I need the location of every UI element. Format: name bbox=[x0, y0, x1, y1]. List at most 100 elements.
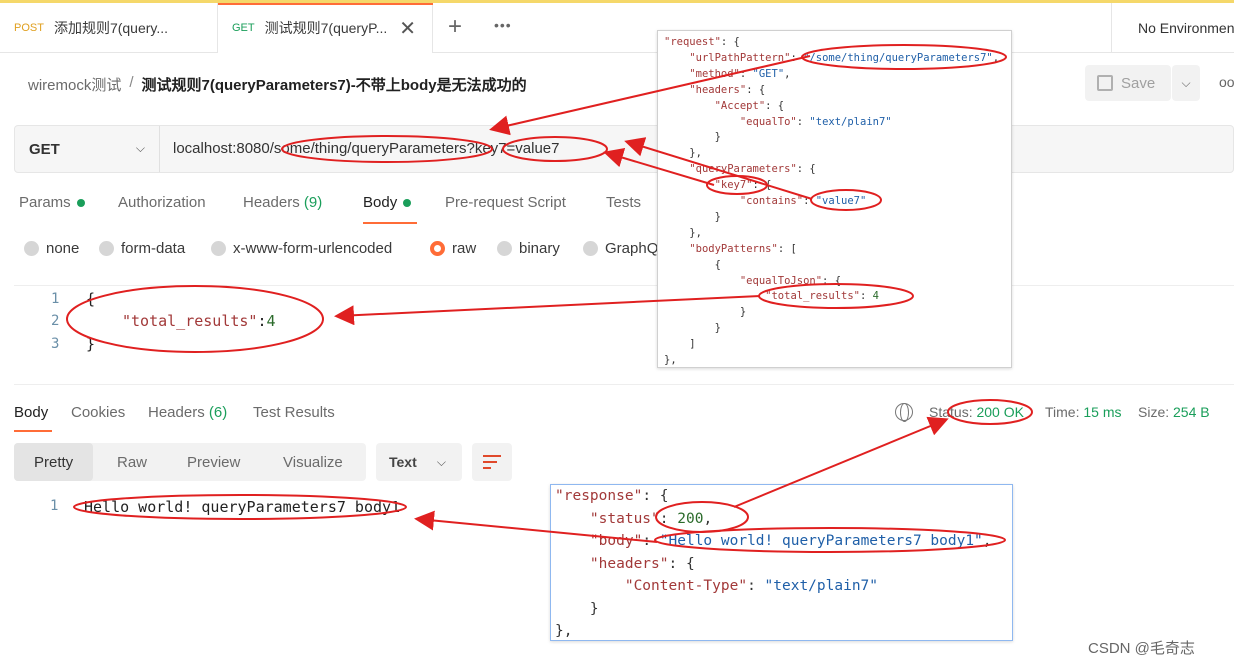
annotation-code-line: "method": "GET", bbox=[689, 67, 791, 80]
radio-circle-selected bbox=[430, 241, 445, 256]
time-value: 15 ms bbox=[1083, 404, 1122, 420]
breadcrumb: wiremock测试 / 测试规则7(queryParameters7)-不带上… bbox=[28, 74, 527, 95]
tab-post-request[interactable]: POST 添加规则7(query... bbox=[0, 3, 218, 53]
save-options-chevron-down-icon[interactable]: ⌵ bbox=[1172, 65, 1200, 101]
tab-label: Body bbox=[363, 194, 398, 211]
annotation-code-line: "total_results": 4 bbox=[765, 290, 879, 303]
tab-title: 添加规则7(query... bbox=[53, 20, 169, 36]
view-visualize[interactable]: Visualize bbox=[283, 443, 343, 481]
tab-headers[interactable]: Headers (9) bbox=[243, 194, 322, 211]
wrap-lines-icon bbox=[483, 455, 501, 469]
method-select[interactable]: GET ⌵ bbox=[15, 126, 160, 172]
resp-tab-headers[interactable]: Headers (6) bbox=[148, 404, 227, 421]
environment-select[interactable]: No Environment bbox=[1111, 3, 1234, 53]
view-pretty[interactable]: Pretty bbox=[14, 443, 94, 481]
save-disk-icon bbox=[1097, 75, 1113, 91]
method-value: GET bbox=[29, 140, 60, 158]
format-select[interactable]: Text ⌵ bbox=[376, 443, 462, 481]
code-line: { bbox=[86, 290, 96, 308]
response-mapping-annotation: "response": { "status": 200, "body": "He… bbox=[550, 484, 1013, 641]
json-colon: : bbox=[257, 312, 267, 330]
watermark: CSDN @毛奇志 bbox=[1088, 640, 1195, 657]
active-tab-underline bbox=[363, 222, 417, 224]
status-value: 200 OK bbox=[976, 404, 1024, 420]
annotation-code-line: { bbox=[664, 258, 721, 271]
radio-circle bbox=[211, 241, 226, 256]
headers-count: (6) bbox=[208, 404, 228, 421]
body-indicator-dot bbox=[403, 199, 412, 208]
headers-count: (9) bbox=[303, 194, 323, 211]
annotation-code-line: "queryParameters": { bbox=[689, 163, 816, 176]
radio-label: raw bbox=[452, 240, 477, 257]
url-input[interactable]: localhost:8080/some/thing/queryParameter… bbox=[173, 140, 559, 157]
radio-label: binary bbox=[519, 240, 560, 257]
radio-circle bbox=[99, 241, 114, 256]
url-bar: GET ⌵ localhost:8080/some/thing/queryPar… bbox=[14, 125, 1234, 173]
annotation-code-line: } bbox=[664, 322, 721, 335]
globe-icon[interactable] bbox=[895, 403, 913, 422]
annotation-code-line: }, bbox=[664, 354, 677, 366]
resp-tab-body[interactable]: Body bbox=[14, 404, 48, 421]
request-title[interactable]: 测试规则7(queryParameters7)-不带上body是无法成功的 bbox=[142, 74, 527, 95]
resp-tab-cookies[interactable]: Cookies bbox=[71, 404, 125, 421]
breadcrumb-separator: / bbox=[129, 74, 134, 91]
tab-tests[interactable]: Tests bbox=[606, 194, 641, 211]
annotation-code-line: "headers": { bbox=[589, 555, 695, 572]
annotation-code-line: "urlPathPattern": "/some/thing/queryPara… bbox=[689, 51, 1000, 64]
radio-binary[interactable]: binary bbox=[497, 240, 560, 257]
response-size[interactable]: Size: 254 B bbox=[1138, 404, 1210, 420]
annotation-code-line: } bbox=[664, 131, 721, 144]
tab-title: 测试规则7(queryP... bbox=[264, 20, 388, 36]
close-icon[interactable]: ✕ bbox=[399, 16, 416, 41]
tab-authorization[interactable]: Authorization bbox=[118, 194, 206, 211]
line-number: 1 bbox=[51, 291, 60, 307]
save-button[interactable]: Save bbox=[1085, 65, 1171, 101]
annotation-code-line: "contains": "value7" bbox=[739, 195, 867, 207]
line-number: 3 bbox=[51, 336, 60, 352]
active-tab-underline bbox=[14, 430, 52, 432]
save-label: Save bbox=[1121, 74, 1156, 92]
annotation-code-line: "equalTo": "text/plain7" bbox=[739, 115, 892, 128]
tab-params[interactable]: Params bbox=[19, 194, 85, 211]
resp-tab-test-results[interactable]: Test Results bbox=[253, 404, 335, 421]
radio-label: form-data bbox=[121, 240, 186, 257]
size-label: Size: bbox=[1138, 404, 1170, 420]
annotation-code-line: "response": { bbox=[555, 488, 669, 504]
tab-prerequest-script[interactable]: Pre-request Script bbox=[445, 194, 566, 211]
annotation-code-line: "Accept": { bbox=[714, 99, 785, 112]
radio-form-data[interactable]: form-data bbox=[99, 240, 185, 257]
radio-none[interactable]: none bbox=[24, 240, 79, 257]
request-body-editor[interactable]: 1 2 3 { "total_results":4 } bbox=[14, 285, 1234, 385]
status-label: Status: bbox=[929, 404, 973, 420]
more-options-icon[interactable]: oo bbox=[1219, 74, 1234, 90]
breadcrumb-collection[interactable]: wiremock测试 bbox=[28, 74, 121, 95]
radio-label: none bbox=[46, 240, 80, 257]
size-value: 254 B bbox=[1173, 404, 1210, 420]
radio-graphql[interactable]: GraphQ bbox=[583, 240, 658, 257]
time-label: Time: bbox=[1045, 404, 1080, 420]
annotation-code-line: }, bbox=[555, 623, 573, 639]
chevron-down-icon: ⌵ bbox=[135, 141, 145, 155]
tab-get-request[interactable]: GET 测试规则7(queryP... ✕ bbox=[218, 3, 433, 53]
tab-bar: POST 添加规则7(query... GET 测试规则7(queryP... … bbox=[0, 3, 1234, 53]
code-line: "total_results":4 bbox=[122, 312, 276, 330]
response-time[interactable]: Time: 15 ms bbox=[1045, 404, 1122, 420]
tab-method: GET bbox=[232, 22, 255, 34]
line-number: 2 bbox=[51, 313, 60, 329]
tab-label: Headers bbox=[243, 194, 300, 211]
annotation-code-line: }, bbox=[664, 226, 702, 239]
tab-body[interactable]: Body bbox=[363, 194, 412, 211]
view-raw[interactable]: Raw bbox=[117, 443, 147, 481]
annotation-code-line: } bbox=[664, 210, 721, 223]
more-tabs-icon[interactable]: ••• bbox=[494, 17, 512, 33]
tab-label: Params bbox=[19, 194, 71, 211]
line-number: 1 bbox=[50, 498, 59, 514]
wrap-lines-button[interactable] bbox=[472, 443, 512, 481]
view-preview[interactable]: Preview bbox=[187, 443, 240, 481]
response-status[interactable]: Status: 200 OK bbox=[929, 404, 1024, 420]
radio-raw[interactable]: raw bbox=[430, 240, 476, 257]
format-value: Text bbox=[389, 454, 417, 470]
radio-urlencoded[interactable]: x-www-form-urlencoded bbox=[211, 240, 392, 257]
annotation-code-line: "bodyPatterns": [ bbox=[689, 242, 797, 255]
new-tab-plus-icon[interactable]: + bbox=[448, 13, 462, 41]
